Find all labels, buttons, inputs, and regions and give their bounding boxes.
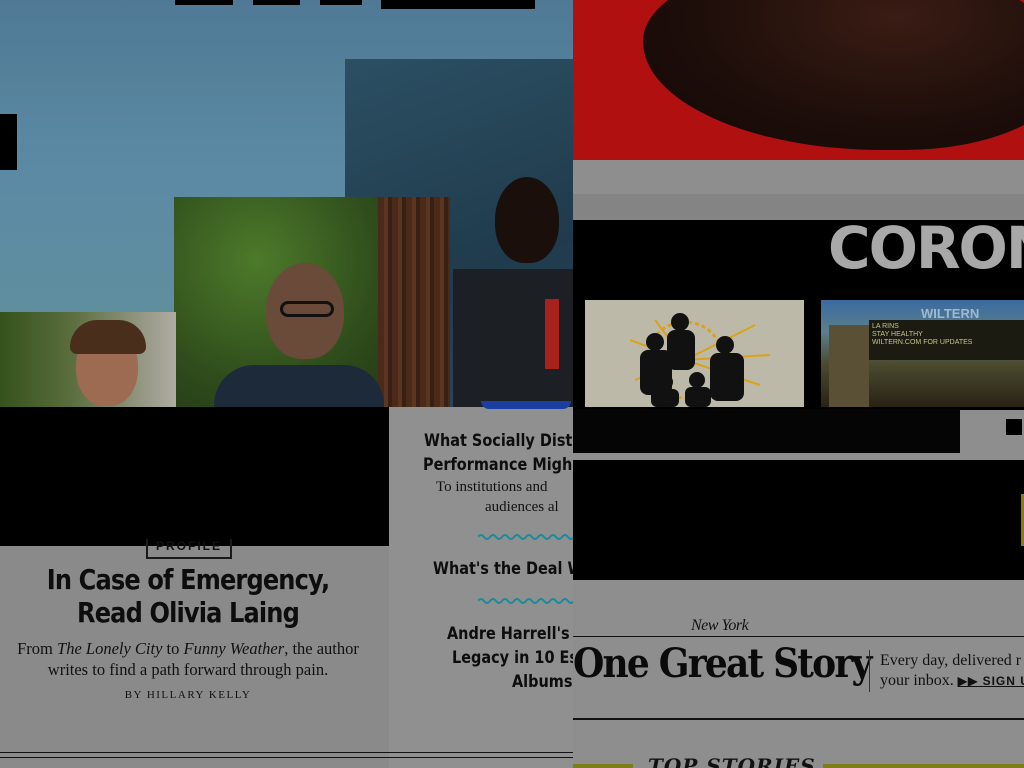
side-story[interactable]: What's the Deal W	[389, 557, 573, 581]
left-panel: PROFILE In Case of Emergency, Read Olivi…	[0, 0, 573, 768]
newsletter-line: Every day, delivered r	[880, 652, 1022, 669]
signup-label: SIGN U	[982, 674, 1024, 688]
section-rule-right	[823, 764, 1024, 768]
group-photo[interactable]	[585, 300, 804, 407]
side-story[interactable]: What Socially Dist Performance Migh To i…	[389, 429, 573, 517]
side-story-headline[interactable]: Albums	[512, 670, 572, 694]
portrait-face	[643, 0, 1024, 150]
sunburst-illustration	[629, 313, 771, 407]
side-story-headline[interactable]: Performance Migh	[423, 453, 572, 477]
side-tab[interactable]	[0, 114, 17, 170]
marquee-line: LA RINS	[872, 323, 899, 330]
side-story-headline[interactable]: What's the Deal W	[433, 557, 573, 581]
newsletter-rule	[573, 636, 1024, 637]
dek-mid: to	[162, 639, 184, 658]
wood-door	[378, 197, 450, 409]
theater-sign: WILTERN	[921, 306, 980, 321]
section-rule	[0, 752, 573, 758]
red-portrait-photo[interactable]	[573, 0, 1024, 160]
right-panel: CORON WILTERN LA RINS STAY HEALTHY WILTE	[573, 0, 1024, 768]
section-rule	[573, 718, 1024, 720]
newsletter-line-2: your inbox. ▶▶ SIGN U	[880, 671, 1024, 691]
section-heading[interactable]: TOP STORIES	[648, 754, 816, 768]
marquee-line: WILTERN.COM FOR UPDATES	[872, 339, 973, 346]
newsletter-title[interactable]: One Great Story	[573, 640, 872, 687]
marquee-board: LA RINS STAY HEALTHY WILTERN.COM FOR UPD…	[869, 320, 1024, 360]
side-story-column: What Socially Dist Performance Migh To i…	[389, 401, 573, 768]
dek-prefix: From	[17, 639, 58, 658]
portrait-photo-woman-glasses[interactable]	[174, 197, 450, 425]
portrait-hair	[70, 320, 146, 354]
story-kicker: PROFILE	[146, 539, 232, 559]
story-dek: From The Lonely City to Funny Weather, t…	[0, 638, 376, 680]
glasses-icon	[280, 301, 334, 317]
squiggle-divider	[478, 534, 573, 540]
portrait-photo-woman[interactable]	[0, 312, 176, 409]
side-story-headline[interactable]: Legacy in 10 Es	[452, 646, 573, 670]
dark-strip	[573, 409, 960, 453]
top-nav-block[interactable]	[175, 0, 233, 5]
feature-headline[interactable]: CORON	[828, 214, 1024, 282]
side-story-headline[interactable]: What Socially Dist	[424, 429, 572, 453]
square-icon[interactable]	[1006, 419, 1022, 435]
dark-overlay-block	[0, 407, 389, 546]
section-rule-left	[573, 764, 633, 768]
theater-marquee-photo[interactable]: WILTERN LA RINS STAY HEALTHY WILTERN.COM…	[821, 300, 1024, 407]
double-arrow-icon: ▶▶	[957, 674, 979, 688]
top-nav-block[interactable]	[381, 0, 535, 9]
dek-book-title: Funny Weather	[183, 639, 285, 658]
newsletter-line: your inbox.	[880, 672, 954, 689]
dark-overlay-block	[573, 460, 1024, 580]
side-story-dek: audiences al	[485, 499, 559, 515]
dek-book-title: The Lonely City	[57, 639, 163, 658]
side-story-dek: To institutions and	[436, 479, 548, 495]
story-headline[interactable]: In Case of Emergency, Read Olivia Laing	[26, 563, 349, 629]
squiggle-divider	[478, 598, 573, 604]
newsletter-text: Every day, delivered r your inbox. ▶▶ SI…	[880, 651, 1024, 691]
portrait-tie	[545, 299, 559, 369]
top-nav-block[interactable]	[253, 0, 300, 5]
new-york-logo[interactable]: New York	[691, 617, 749, 635]
side-story[interactable]: Andre Harrell's Legacy in 10 Es Albums	[389, 622, 573, 694]
portrait-edge	[481, 401, 571, 409]
newsletter-divider	[869, 650, 870, 692]
marquee-line: STAY HEALTHY	[872, 331, 923, 338]
top-nav-block[interactable]	[320, 0, 362, 5]
story-byline: BY HILLARY KELLY	[124, 689, 252, 701]
signup-link[interactable]: ▶▶ SIGN U	[958, 674, 1024, 688]
building-facade	[829, 325, 869, 407]
portrait-head	[495, 177, 559, 263]
side-story-headline[interactable]: Andre Harrell's	[447, 622, 570, 646]
